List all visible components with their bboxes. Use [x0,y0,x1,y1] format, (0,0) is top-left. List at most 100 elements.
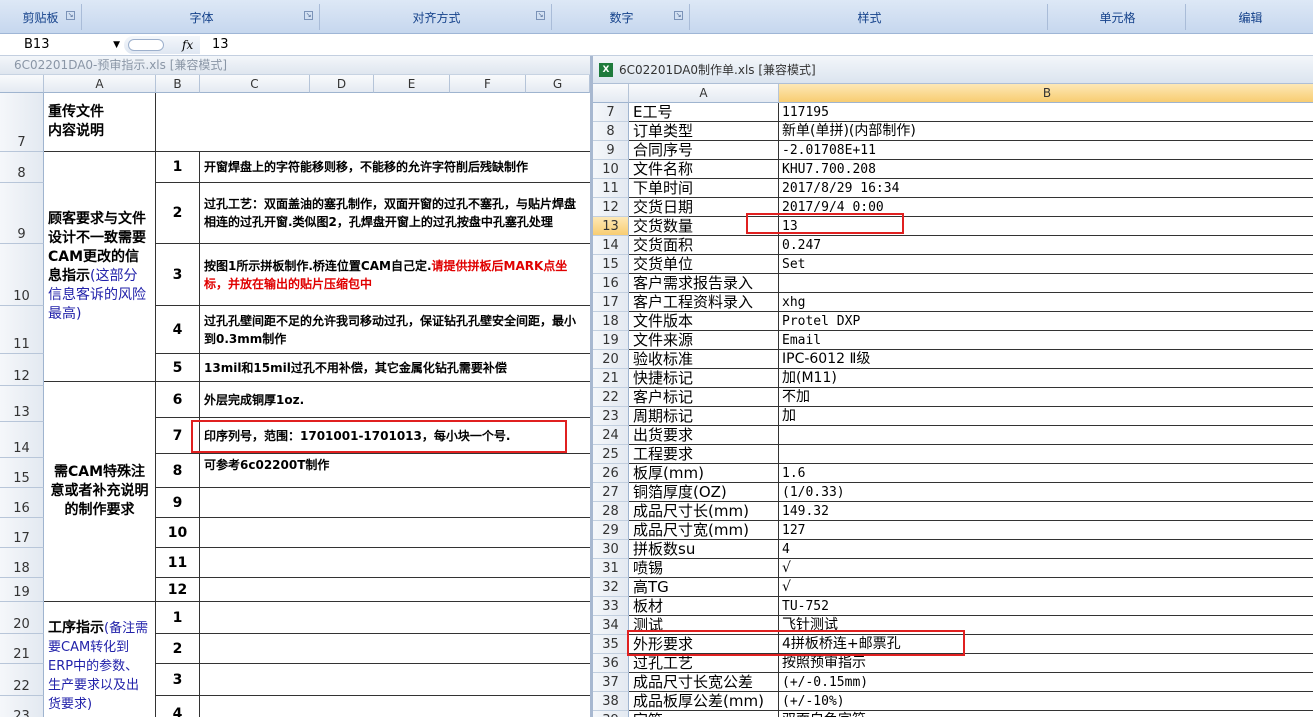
field-label[interactable]: 成品板厚公差(mm) [629,692,779,711]
field-value[interactable]: IPC-6012 Ⅱ级 [779,350,1313,369]
field-value[interactable]: (+/-0.15mm) [779,673,1313,692]
row-header[interactable]: 18 [593,312,629,331]
column-header[interactable]: D [310,75,374,93]
field-value[interactable]: Set [779,255,1313,274]
row-header[interactable]: 33 [593,597,629,616]
dialog-launcher-icon[interactable]: ↘ [674,11,683,20]
field-value[interactable]: 1.6 [779,464,1313,483]
insert-function-icon[interactable]: fx [182,36,193,54]
field-label[interactable]: 过孔工艺 [629,654,779,673]
select-all-corner[interactable] [0,75,44,93]
empty-cell[interactable] [156,93,200,152]
field-value[interactable]: (1/0.33) [779,483,1313,502]
field-value[interactable]: 149.32 [779,502,1313,521]
field-label[interactable]: 周期标记 [629,407,779,426]
field-value[interactable] [779,445,1313,464]
item-text[interactable]: 开窗焊盘上的字符能移则移，不能移的允许字符削后残缺制作 [200,152,590,183]
row-header[interactable]: 8 [0,152,44,183]
row-header[interactable]: 24 [593,426,629,445]
field-label[interactable]: 高TG [629,578,779,597]
column-header[interactable]: B [156,75,200,93]
item-number[interactable]: 1 [156,152,200,183]
column-header[interactable]: E [374,75,450,93]
field-value[interactable] [779,426,1313,445]
item-text[interactable] [200,578,590,602]
field-value[interactable]: 127 [779,521,1313,540]
item-text[interactable]: 按图1所示拼板制作.桥连位置CAM自己定.请提供拼板后MARK点坐标，并放在输出… [200,244,590,306]
item-number[interactable]: 10 [156,518,200,548]
item-text[interactable] [200,602,590,634]
field-label[interactable]: 文件版本 [629,312,779,331]
item-number[interactable]: 3 [156,664,200,696]
field-label[interactable]: 客户工程资料录入 [629,293,779,312]
row-header[interactable]: 14 [593,236,629,255]
item-number[interactable]: 9 [156,488,200,518]
row-header[interactable]: 22 [0,664,44,696]
item-text[interactable]: 过孔工艺：双面盖油的塞孔制作，双面开窗的过孔不塞孔，与贴片焊盘相连的过孔开窗.类… [200,183,590,244]
item-number[interactable]: 4 [156,696,200,717]
field-label[interactable]: 板厚(mm) [629,464,779,483]
row-header[interactable]: 15 [0,458,44,488]
field-label[interactable]: 喷锡 [629,559,779,578]
field-value[interactable]: 0.247 [779,236,1313,255]
row-header[interactable]: 17 [0,518,44,548]
right-window-title[interactable]: X 6C02201DA0制作单.xls [兼容模式] [593,56,1313,84]
left-window-title[interactable]: 6C02201DA0-预审指示.xls [兼容模式] [0,56,590,75]
row-header[interactable]: 29 [593,521,629,540]
field-value[interactable]: √ [779,578,1313,597]
field-label[interactable]: 拼板数su [629,540,779,559]
item-number[interactable]: 8 [156,454,200,488]
row-header[interactable]: 23 [593,407,629,426]
item-number[interactable]: 1 [156,602,200,634]
row-header[interactable]: 10 [593,160,629,179]
select-all-corner[interactable] [593,84,629,103]
field-value[interactable]: 加 [779,407,1313,426]
row-header[interactable]: 7 [0,93,44,152]
formula-expand-handle[interactable] [128,39,164,51]
column-header[interactable]: G [526,75,590,93]
field-value[interactable]: 2017/8/29 16:34 [779,179,1313,198]
field-label[interactable]: 板材 [629,597,779,616]
row-header[interactable]: 22 [593,388,629,407]
field-label[interactable]: 工程要求 [629,445,779,464]
field-value[interactable]: Protel DXP [779,312,1313,331]
item-text[interactable] [200,488,590,518]
row-header[interactable]: 27 [593,483,629,502]
row-header[interactable]: 19 [593,331,629,350]
item-text[interactable]: 外层完成铜厚1oz. [200,382,590,418]
row-header[interactable]: 13 [0,386,44,422]
column-header[interactable]: F [450,75,526,93]
item-number[interactable]: 2 [156,183,200,244]
field-label[interactable]: 铜箔厚度(OZ) [629,483,779,502]
row-header[interactable]: 7 [593,103,629,122]
field-label[interactable]: 订单类型 [629,122,779,141]
field-value[interactable]: Email [779,331,1313,350]
column-header-selected[interactable]: B [779,84,1313,103]
field-value[interactable]: 加(M11) [779,369,1313,388]
row-header[interactable]: 11 [0,306,44,354]
row-header[interactable]: 21 [593,369,629,388]
row-header[interactable]: 9 [0,183,44,244]
row-header[interactable]: 31 [593,559,629,578]
dialog-launcher-icon[interactable]: ↘ [66,11,75,20]
row-header[interactable]: 38 [593,692,629,711]
item-text[interactable] [200,634,590,664]
field-label[interactable]: E工号 [629,103,779,122]
row-header[interactable]: 8 [593,122,629,141]
name-box[interactable]: B13 ▼ [0,36,122,54]
section-reupload-description[interactable]: 重传文件 内容说明 [44,93,156,152]
section-customer-requirement[interactable]: 顾客要求与文件设计不一致需要CAM更改的信息指示(这部分信息客诉的风险最高) [44,152,156,382]
field-value[interactable] [779,274,1313,293]
row-header[interactable]: 16 [593,274,629,293]
field-label[interactable]: 快捷标记 [629,369,779,388]
row-header[interactable]: 28 [593,502,629,521]
field-value[interactable]: 新单(单拼)(内部制作) [779,122,1313,141]
ribbon-group-styles[interactable]: 样式 [692,4,1048,30]
row-header[interactable]: 37 [593,673,629,692]
item-number[interactable]: 6 [156,382,200,418]
item-text[interactable] [200,664,590,696]
ribbon-group-clipboard[interactable]: 剪贴板 ↘ [0,4,82,30]
row-header[interactable]: 23 [0,696,44,717]
field-value[interactable]: xhg [779,293,1313,312]
row-header[interactable]: 11 [593,179,629,198]
